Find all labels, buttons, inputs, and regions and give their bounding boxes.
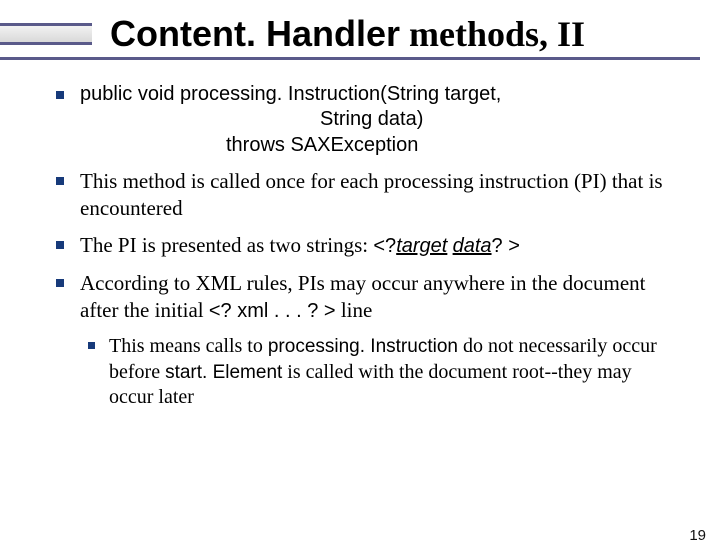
b4a-pre: This means calls to [109,335,268,357]
bullet-4-text: According to XML rules, PIs may occur an… [80,270,676,324]
bullet-3-text: The PI is presented as two strings: <?ta… [80,232,676,260]
b3-open: <? [373,235,396,257]
slide: Content. Handler methods, II public void… [0,14,720,540]
bullet-square-icon [88,342,95,349]
bullet-2-text: This method is called once for each proc… [80,168,676,222]
bullet-3: The PI is presented as two strings: <?ta… [56,232,676,260]
b4-xml: <? xml . . . ? > [209,300,336,322]
title-row: Content. Handler methods, II [0,14,720,55]
b3-data: data [453,235,492,257]
bullet-square-icon [56,241,64,249]
title-part-bold: Content. Handler [110,13,400,54]
bullet-square-icon [56,177,64,185]
bullet-1-text: public void processing. Instruction(Stri… [80,82,676,159]
b3-target: target [396,235,447,257]
title-part-plain: methods, II [400,14,585,54]
b3-pre: The PI is presented as two strings: [80,233,373,257]
method-sig-line3: throws SAXException [80,133,676,159]
bullet-4a-text: This means calls to processing. Instruct… [109,334,676,411]
b4a-pi: processing. Instruction [268,336,458,357]
method-sig-line1: public void processing. Instruction(Stri… [80,82,676,108]
bullet-1: public void processing. Instruction(Stri… [56,82,676,159]
method-sig-line2: String data) [80,107,676,133]
b4-post: line [336,298,373,322]
b3-close: ? > [492,235,520,257]
title-underline [0,57,700,60]
b4a-se: start. Element [165,362,282,383]
bullet-4a: This means calls to processing. Instruct… [88,334,676,411]
bullet-2: This method is called once for each proc… [56,168,676,222]
slide-body: public void processing. Instruction(Stri… [56,82,676,411]
page-number: 19 [689,527,706,540]
bullet-square-icon [56,279,64,287]
slide-title: Content. Handler methods, II [110,14,585,55]
title-accent-bar [0,23,92,45]
bullet-square-icon [56,91,64,99]
bullet-4: According to XML rules, PIs may occur an… [56,270,676,324]
